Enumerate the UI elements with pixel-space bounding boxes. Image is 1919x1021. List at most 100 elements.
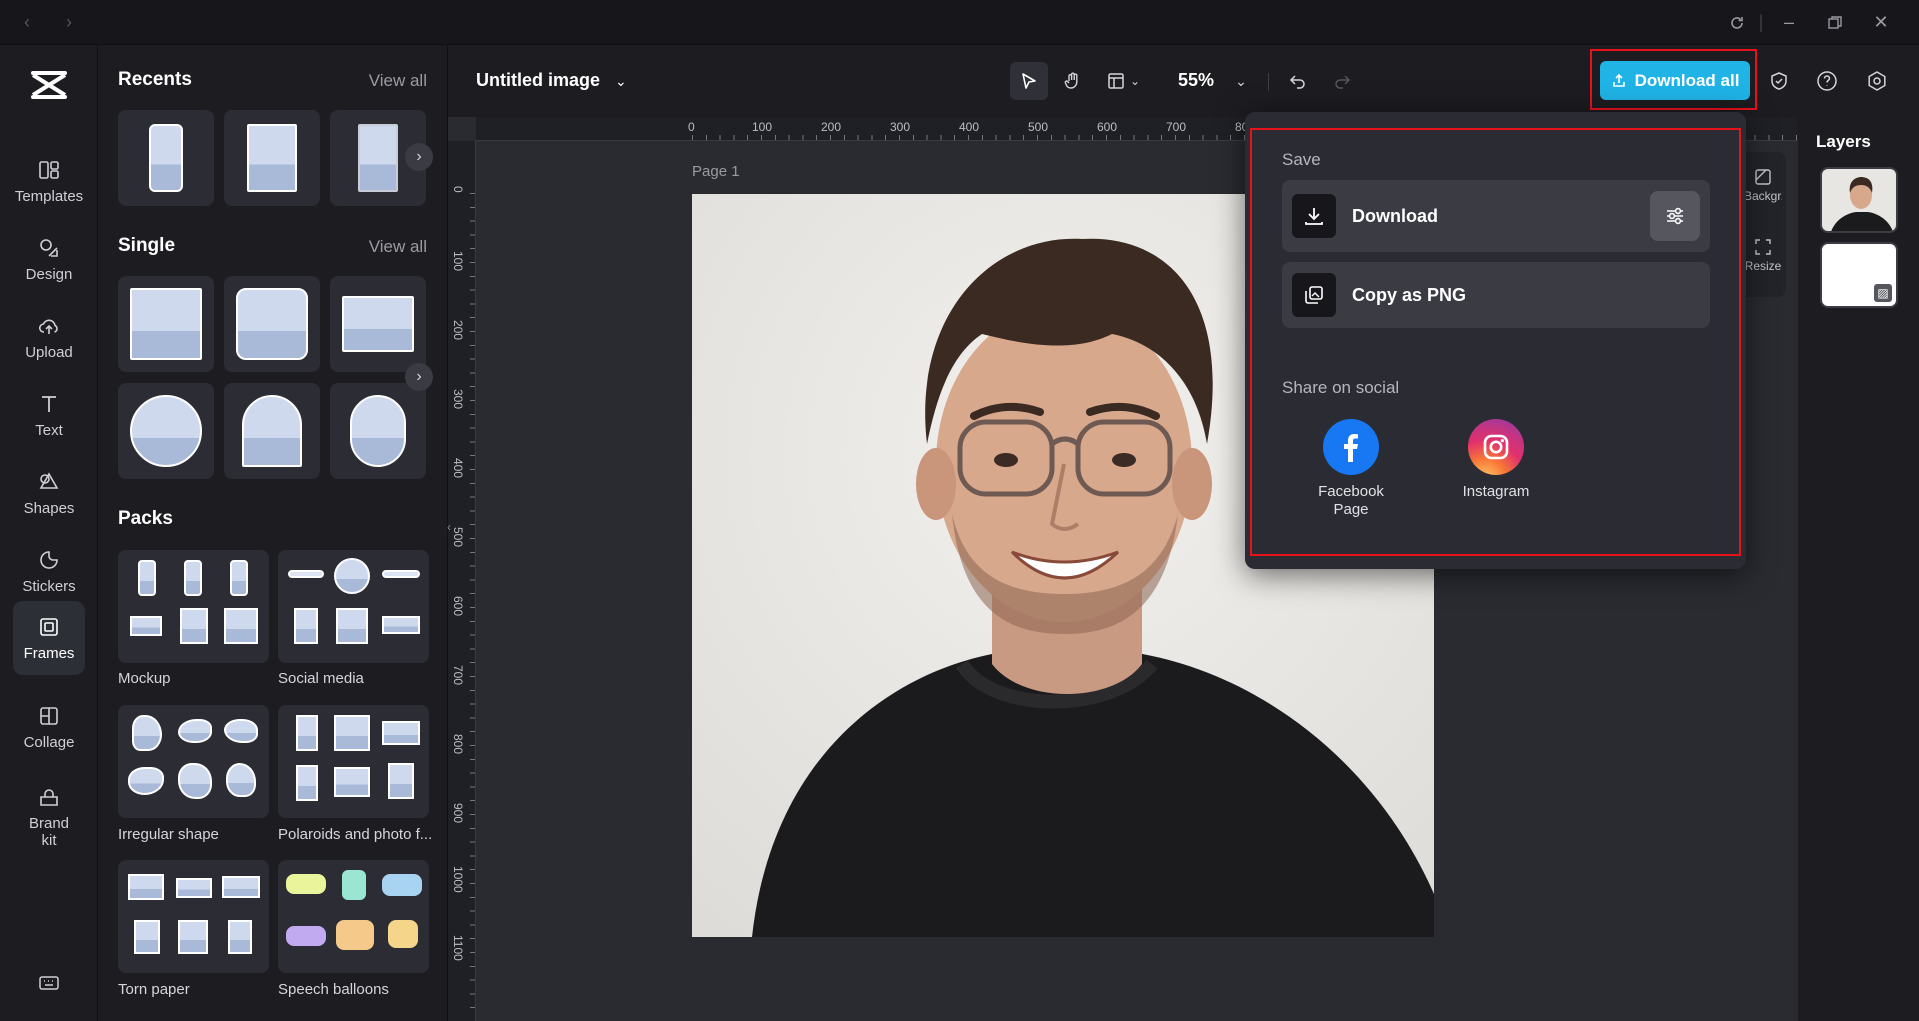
recent-frame-tile[interactable] (118, 110, 214, 206)
ruler-tick-label: 500 (1028, 120, 1049, 134)
pack-thumbnail (230, 560, 248, 596)
instagram-label: Instagram (1462, 483, 1530, 500)
recents-next-arrow-icon[interactable]: › (405, 143, 433, 171)
pack-tile-speech-balloons[interactable] (278, 860, 429, 973)
share-instagram-button[interactable]: Instagram (1436, 419, 1556, 501)
copy-as-png-label: Copy as PNG (1352, 285, 1467, 305)
rail-label: Design (25, 265, 73, 283)
restore-icon[interactable] (1820, 0, 1850, 45)
frame-thumbnail (358, 124, 398, 192)
rail-item-brand-kit[interactable]: Brand kit (13, 769, 85, 865)
document-title[interactable]: Untitled image ⌄ (476, 70, 627, 91)
collapse-panel-handle-icon[interactable]: ‹ (447, 520, 453, 544)
frame-thumbnail (130, 288, 202, 360)
pack-thumbnail (286, 926, 326, 946)
rail-item-stickers[interactable]: Stickers (13, 535, 85, 607)
settings-button[interactable] (1858, 62, 1896, 100)
keyboard-shortcuts-button[interactable] (13, 965, 85, 1001)
ruler-tick-label: 1100 (451, 935, 465, 961)
ruler-tick-label: 300 (890, 120, 911, 134)
close-icon[interactable]: ✕ (1866, 0, 1896, 45)
layout-dropdown-button[interactable]: ⌄ (1098, 62, 1148, 100)
pack-thumbnail (226, 763, 256, 797)
pack-thumbnail (184, 560, 202, 596)
frames-icon (40, 617, 58, 636)
recent-frame-tile[interactable] (224, 110, 320, 206)
rail-label: Templates (14, 187, 84, 205)
pack-tile-polaroids[interactable] (278, 705, 429, 818)
rail-item-text[interactable]: Text (13, 379, 85, 451)
rail-item-design[interactable]: Design (13, 223, 85, 295)
share-facebook-button[interactable]: Facebook Page (1291, 419, 1411, 519)
pack-thumbnail (224, 719, 258, 743)
help-icon (1817, 71, 1837, 91)
pack-label: Polaroids and photo f... (278, 826, 433, 843)
ruler-tick-label: 400 (451, 458, 465, 479)
rail-item-templates[interactable]: Templates (13, 145, 85, 217)
pack-tile-mockup[interactable] (118, 550, 269, 663)
layer-thumbnail-background[interactable]: ▨ (1820, 242, 1898, 308)
single-frame-tile[interactable] (330, 383, 426, 479)
help-button[interactable] (1808, 62, 1846, 100)
chevron-down-icon: ⌄ (615, 73, 627, 89)
download-all-label: Download all (1634, 70, 1740, 90)
rail-label: Text (35, 421, 63, 439)
text-icon (42, 395, 56, 412)
rail-item-collage[interactable]: Collage (13, 691, 85, 763)
keyboard-icon (39, 976, 59, 990)
back-icon[interactable]: ‹ (12, 0, 42, 45)
pack-tile-social-media[interactable] (278, 550, 429, 663)
forward-icon[interactable]: › (54, 0, 84, 45)
background-icon (1755, 169, 1771, 185)
layer-thumbnail-photo[interactable] (1820, 167, 1898, 233)
pack-thumbnail (222, 876, 260, 898)
resize-tool[interactable]: Resize (1744, 238, 1782, 273)
minimize-icon[interactable]: – (1774, 0, 1804, 45)
recents-title: Recents (118, 69, 192, 90)
pack-thumbnail (334, 715, 370, 751)
pack-thumbnail (286, 874, 326, 894)
background-tool[interactable]: Backgr... (1744, 168, 1782, 203)
copy-as-png-option[interactable]: Copy as PNG (1282, 262, 1710, 328)
rail-item-frames[interactable]: Frames (13, 601, 85, 675)
download-option[interactable]: Download (1282, 180, 1710, 252)
pack-thumbnail (138, 560, 156, 596)
packs-title: Packs (118, 508, 173, 529)
shield-button[interactable] (1760, 62, 1798, 100)
zoom-dropdown-button[interactable]: ⌄ (1226, 62, 1256, 100)
single-frame-tile[interactable] (224, 276, 320, 372)
zoom-level[interactable]: 55% (1178, 70, 1214, 91)
pack-tile-irregular-shape[interactable] (118, 705, 269, 818)
share-section-title: Share on social (1282, 378, 1400, 397)
pack-thumbnail (294, 608, 318, 644)
frame-thumbnail (149, 124, 183, 192)
chevron-down-icon: ⌄ (1235, 72, 1247, 89)
pack-thumbnail (132, 715, 162, 751)
rail-item-shapes[interactable]: Shapes (13, 457, 85, 529)
single-frame-tile[interactable] (224, 383, 320, 479)
redo-button[interactable] (1324, 62, 1360, 100)
frame-thumbnail (130, 395, 202, 467)
layers-title: Layers (1816, 132, 1871, 151)
pack-tile-torn-paper[interactable] (118, 860, 269, 973)
instagram-icon (1468, 419, 1524, 475)
rail-item-upload[interactable]: Upload (13, 301, 85, 373)
pack-thumbnail (336, 608, 368, 644)
download-settings-button[interactable] (1650, 191, 1700, 241)
pack-thumbnail (336, 920, 374, 950)
select-tool-button[interactable] (1010, 62, 1048, 100)
hand-tool-button[interactable] (1054, 62, 1092, 100)
single-frame-tile[interactable] (118, 276, 214, 372)
cursor-icon (1022, 73, 1036, 89)
recents-view-all-link[interactable]: View all (369, 71, 427, 91)
refresh-icon[interactable] (1722, 0, 1752, 45)
capcut-logo-icon (31, 71, 67, 99)
single-frame-tile[interactable] (330, 276, 426, 372)
undo-button[interactable] (1280, 62, 1316, 100)
single-view-all-link[interactable]: View all (369, 237, 427, 257)
single-next-arrow-icon[interactable]: › (405, 363, 433, 391)
ruler-tick-label: 100 (752, 120, 773, 134)
download-all-button[interactable]: Download all (1600, 61, 1750, 100)
undo-icon (1289, 75, 1305, 89)
single-frame-tile[interactable] (118, 383, 214, 479)
